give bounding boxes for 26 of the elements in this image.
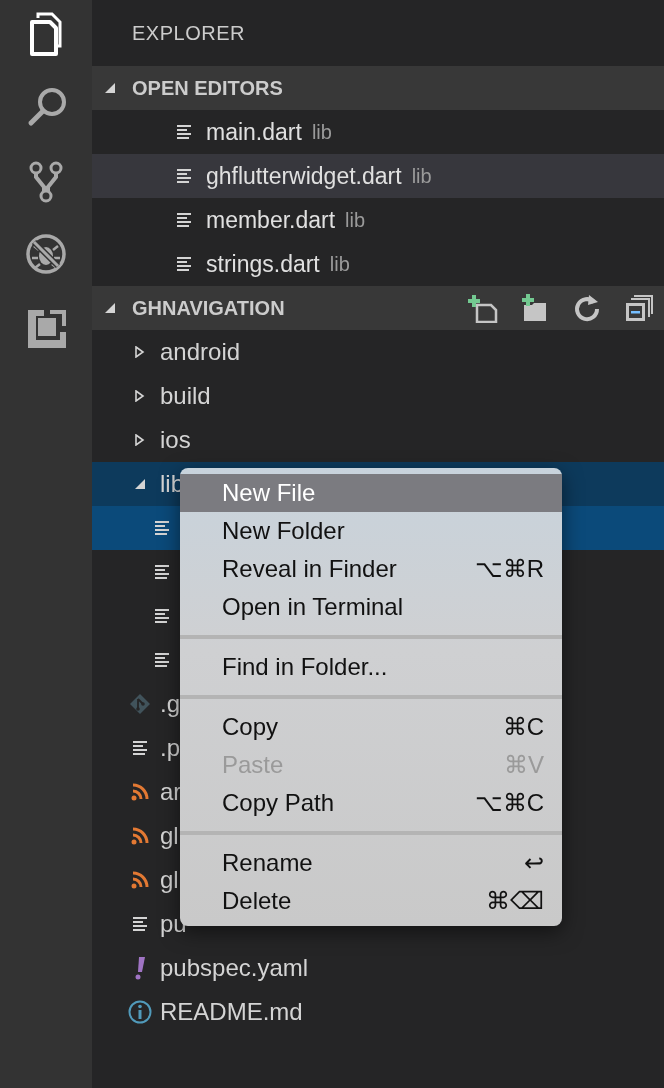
file-name: main.dart	[206, 117, 302, 147]
folder-hint: lib	[411, 164, 432, 189]
shortcut: ⌘C	[502, 712, 544, 742]
file-name: ghflutterwidget.dart	[206, 161, 402, 191]
file-name: strings.dart	[206, 249, 320, 279]
section-title: OPEN EDITORS	[132, 76, 283, 101]
file-name: ios	[160, 425, 191, 455]
shortcut: ⌥⌘R	[474, 554, 544, 584]
file-name: ar	[160, 777, 182, 807]
file-name: pubspec.yaml	[160, 953, 309, 983]
shortcut: ↩	[524, 848, 544, 878]
file-name: .g	[160, 689, 180, 719]
folder-hint: lib	[311, 120, 332, 145]
file-name: member.dart	[206, 205, 336, 235]
shortcut: ⌥⌘C	[474, 788, 544, 818]
file-name: build	[160, 381, 211, 411]
file-name: gl	[160, 821, 179, 851]
folder-hint: lib	[329, 252, 350, 277]
file-name: .p	[160, 733, 180, 763]
folder-hint: lib	[345, 208, 366, 233]
file-name: README.md	[160, 997, 303, 1027]
file-name: gl	[160, 865, 179, 895]
explorer-title: EXPLORER	[131, 21, 246, 46]
shortcut: ⌘⌫	[486, 886, 544, 916]
file-name: android	[160, 337, 241, 367]
section-title: GHNAVIGATION	[132, 296, 285, 321]
